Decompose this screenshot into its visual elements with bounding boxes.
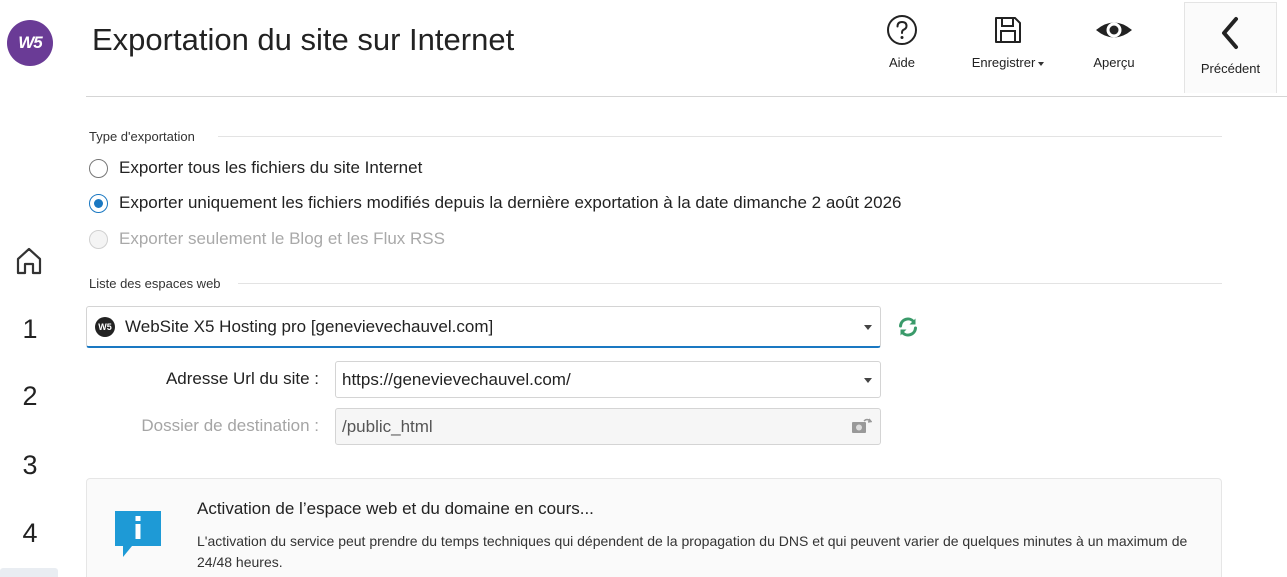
page-title: Exportation du site sur Internet [92, 22, 515, 57]
webspace-badge: W5 [95, 316, 115, 337]
left-rail: W5 1 2 3 4 [0, 0, 60, 577]
chevron-down-icon [864, 377, 872, 383]
export-type-divider [218, 136, 1222, 137]
back-button[interactable]: Précédent [1184, 2, 1277, 93]
info-title: Activation de l’espace web et du domaine… [197, 499, 594, 518]
step-4[interactable]: 4 [0, 518, 60, 549]
back-label: Précédent [1200, 61, 1261, 76]
site-url-value: https://genevievechauvel.com/ [342, 369, 571, 389]
home-icon[interactable] [14, 245, 44, 277]
destination-folder-value: /public_html [342, 416, 433, 436]
question-circle-icon [887, 15, 917, 45]
destination-folder-field[interactable]: /public_html [335, 408, 881, 445]
export-blog-option: Exporter seulement le Blog et les Flux R… [89, 229, 445, 249]
preview-button[interactable]: Aperçu [1086, 0, 1142, 92]
step-2[interactable]: 2 [0, 381, 60, 412]
help-button[interactable]: Aide [878, 0, 926, 92]
webspace-selected-value: WebSite X5 Hosting pro [genevievechauvel… [125, 316, 494, 336]
export-type-title: Type d'exportation [89, 129, 195, 144]
export-modified-radio[interactable] [89, 193, 108, 213]
header-divider [86, 96, 1287, 97]
help-label: Aide [888, 55, 916, 70]
step-1[interactable]: 1 [0, 314, 60, 345]
export-all-option[interactable]: Exporter tous les fichiers du site Inter… [89, 158, 422, 178]
refresh-icon[interactable] [896, 315, 920, 339]
step-5-tab[interactable] [0, 568, 58, 577]
destination-folder-label: Dossier de destination : [141, 416, 319, 435]
app-logo: W5 [7, 20, 53, 66]
webspaces-divider [238, 283, 1222, 284]
save-label: Enregistrer [972, 55, 1045, 70]
webspaces-title: Liste des espaces web [89, 276, 221, 291]
preview-label: Aperçu [1093, 55, 1135, 70]
floppy-disk-icon [995, 17, 1021, 43]
export-all-label: Exporter tous les fichiers du site Inter… [119, 158, 423, 177]
export-modified-label: Exporter uniquement les fichiers modifié… [119, 193, 902, 212]
site-url-label: Adresse Url du site : [165, 369, 319, 388]
export-all-radio[interactable] [89, 158, 108, 178]
export-blog-radio [89, 229, 108, 249]
step-3[interactable]: 3 [0, 450, 60, 481]
chevron-left-icon [1221, 17, 1238, 49]
chevron-down-icon [1038, 61, 1045, 66]
app-logo-text: W5 [18, 33, 42, 52]
export-blog-label: Exporter seulement le Blog et les Flux R… [119, 229, 445, 248]
info-speech-icon [115, 511, 161, 557]
export-modified-option[interactable]: Exporter uniquement les fichiers modifié… [89, 193, 901, 213]
chevron-down-icon [864, 324, 872, 330]
eye-icon [1096, 22, 1132, 38]
webspace-select[interactable]: W5 WebSite X5 Hosting pro [genevievechau… [86, 306, 881, 348]
info-text: L'activation du service peut prendre du … [197, 533, 1188, 570]
folder-browse-icon[interactable] [850, 417, 872, 435]
site-url-select[interactable]: https://genevievechauvel.com/ [335, 361, 881, 398]
save-button[interactable]: Enregistrer [965, 0, 1051, 92]
save-label-text: Enregistrer [971, 55, 1036, 70]
